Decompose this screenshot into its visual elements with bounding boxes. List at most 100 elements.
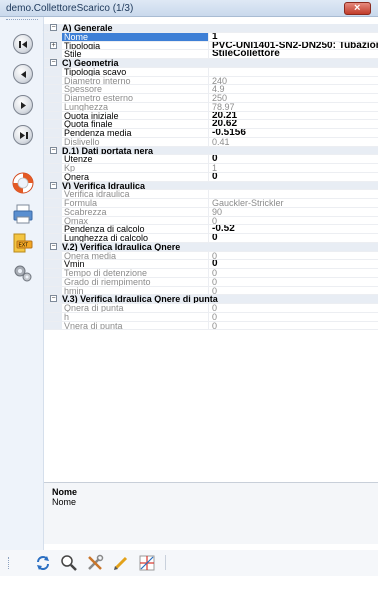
next-record-button[interactable] [13, 95, 33, 115]
property-row[interactable]: Qnera 0 [44, 172, 378, 182]
category-row[interactable]: − C) Geometria [44, 59, 378, 68]
property-value[interactable]: Gauckler-Strickler [209, 199, 378, 207]
pencil-icon[interactable] [112, 554, 130, 572]
property-value[interactable]: 0 [209, 155, 378, 163]
row-gutter [44, 260, 62, 268]
row-gutter [44, 277, 62, 286]
property-value[interactable]: 1 [209, 33, 378, 41]
previous-record-button[interactable] [13, 64, 33, 84]
property-value[interactable]: 0 [209, 287, 378, 295]
property-row[interactable]: Vnera di punta 0 [44, 321, 378, 331]
property-row[interactable]: Vmin 0 [44, 260, 378, 269]
property-value[interactable] [209, 190, 378, 198]
property-value[interactable]: 0 [209, 322, 378, 330]
description-panel: Nome Nome [44, 482, 378, 544]
category-row[interactable]: − A) Generale [44, 24, 378, 33]
property-value[interactable]: 0.41 [209, 138, 378, 146]
property-value[interactable]: 0 [209, 260, 378, 268]
expand-toggle[interactable]: + [50, 41, 57, 49]
property-row[interactable]: Pendenza media -0.5156 [44, 129, 378, 138]
property-value[interactable] [209, 68, 378, 76]
toolbar-grip[interactable] [6, 19, 38, 23]
bottom-toolbar [0, 550, 378, 576]
property-label: Tempo di detenzione [62, 269, 209, 277]
property-row[interactable]: Verifica idraulica [44, 190, 378, 199]
property-row[interactable]: Quota iniziale 20.21 [44, 111, 378, 121]
property-value[interactable]: 90 [209, 208, 378, 216]
tools-icon[interactable] [86, 554, 104, 572]
property-value[interactable]: 0 [209, 173, 378, 181]
property-value[interactable]: 4.9 [209, 85, 378, 93]
property-value[interactable]: 20.21 [209, 112, 378, 120]
property-value[interactable]: 0 [209, 234, 378, 242]
category-row[interactable]: − V.3) Verifica Idraulica Qnere di punta [44, 295, 378, 304]
property-row[interactable]: Diametro esterno 250 [44, 94, 378, 103]
property-label: hmin [62, 286, 209, 295]
help-lifebuoy-icon[interactable] [11, 171, 35, 195]
property-value[interactable]: 240 [209, 77, 378, 85]
property-row[interactable]: Nome 1 [44, 32, 378, 42]
property-row[interactable]: Qnera di punta 0 [44, 304, 378, 313]
window-footer [0, 576, 378, 598]
property-value[interactable]: 1 [209, 164, 378, 172]
row-gutter [44, 32, 62, 41]
property-row[interactable]: Scabrezza 90 [44, 207, 378, 217]
property-value[interactable]: -0.5156 [209, 129, 378, 137]
row-gutter [44, 94, 62, 102]
property-value[interactable]: 0 [209, 313, 378, 321]
chart-icon[interactable] [138, 554, 156, 572]
property-value[interactable]: 0 [209, 278, 378, 286]
window-title: demo.CollettoreScarico (1/3) [6, 3, 134, 14]
refresh-icon[interactable] [34, 554, 52, 572]
property-value[interactable]: 250 [209, 94, 378, 102]
property-row[interactable]: + Tipologia PVC-UNI1401-SN2-DN250: Tubazio… [44, 41, 378, 51]
category-row[interactable]: − V.2) Verifica Idraulica Qnere [44, 242, 378, 252]
property-value[interactable]: -0.52 [209, 225, 378, 233]
category-row[interactable]: − D.1) Dati portata nera [44, 146, 378, 156]
property-value[interactable]: StileCollettore [209, 50, 378, 58]
property-value[interactable]: 20.62 [209, 120, 378, 128]
property-label: Grado di riempimento [62, 277, 209, 286]
row-gutter [44, 312, 62, 321]
property-row[interactable]: Lunghezza di calcolo 0 [44, 234, 378, 243]
last-record-button[interactable] [13, 125, 33, 145]
property-row[interactable]: Qmax 0 [44, 216, 378, 226]
row-gutter [44, 199, 62, 207]
property-row[interactable]: Tempo di detenzione 0 [44, 269, 378, 278]
property-row[interactable]: h0 [44, 312, 378, 322]
property-value[interactable]: 0 [209, 217, 378, 225]
property-row[interactable]: Dislivello 0.41 [44, 137, 378, 147]
property-row[interactable]: Grado di riempimento 0 [44, 277, 378, 287]
property-row[interactable]: Stile StileCollettore [44, 50, 378, 59]
property-row[interactable]: Spessore 4.9 [44, 85, 378, 94]
zoom-icon[interactable] [60, 554, 78, 572]
property-row[interactable]: Formula Gauckler-Strickler [44, 199, 378, 208]
property-row[interactable]: Tipologia scavo [44, 67, 378, 77]
property-row[interactable]: hmin 0 [44, 286, 378, 296]
property-value[interactable]: 0 [209, 304, 378, 312]
description-title: Nome [52, 487, 78, 497]
category-row[interactable]: − V) Verifica Idraulica [44, 181, 378, 191]
property-row[interactable]: Pendenza di calcolo -0.52 [44, 225, 378, 234]
row-gutter: + [44, 41, 62, 50]
property-row[interactable]: Lunghezza 78.97 [44, 102, 378, 112]
first-record-button[interactable] [13, 34, 33, 54]
property-row[interactable]: Quota finale 20.62 [44, 120, 378, 129]
settings-gears-icon[interactable] [11, 261, 35, 285]
property-row[interactable]: Diametro interno 240 [44, 76, 378, 86]
property-value[interactable]: 0 [209, 269, 378, 277]
close-icon: × [354, 2, 361, 14]
toolbar-grip[interactable] [8, 557, 9, 569]
property-value[interactable]: PVC-UNI1401-SN2-DN250: Tubazione [209, 42, 378, 50]
property-value[interactable]: 78.97 [209, 103, 378, 111]
close-button[interactable]: × [344, 2, 371, 15]
property-label: Qnera media [62, 251, 209, 260]
print-icon[interactable] [11, 202, 35, 226]
property-row[interactable]: Kp 1 [44, 164, 378, 173]
property-value[interactable]: 0 [209, 252, 378, 260]
export-icon[interactable]: EXT [11, 231, 35, 255]
property-row[interactable]: Utenze 0 [44, 155, 378, 164]
property-label: Scabrezza [62, 207, 209, 216]
property-label: Lunghezza di calcolo [62, 234, 209, 242]
property-row[interactable]: Qnera media 0 [44, 251, 378, 261]
